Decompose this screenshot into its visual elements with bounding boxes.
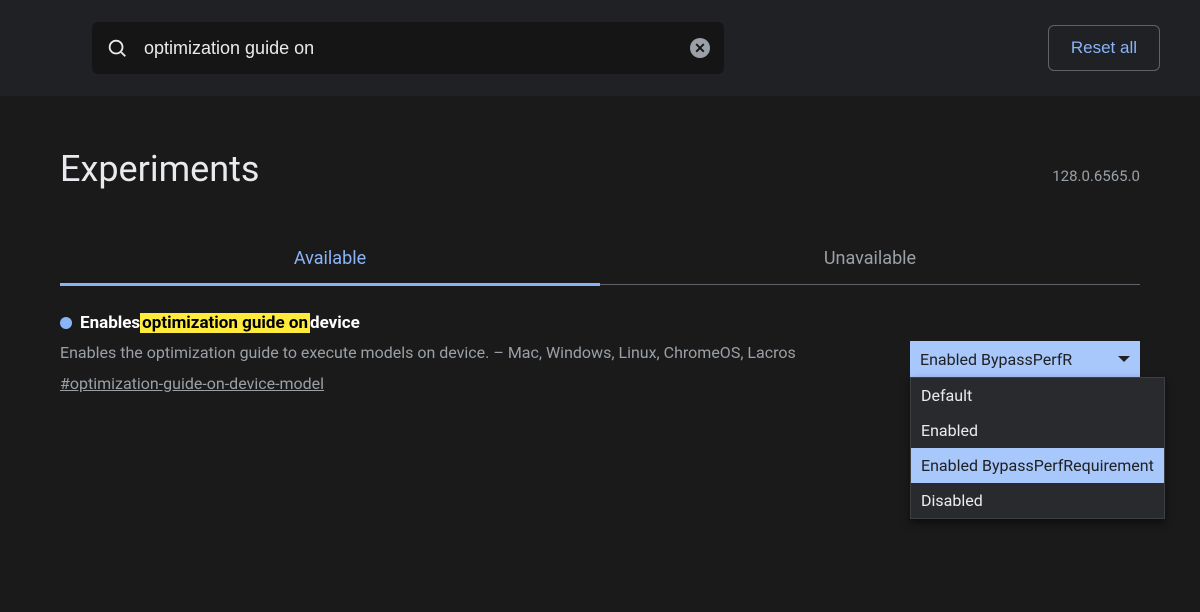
select-value: Enabled BypassPerfR — [920, 350, 1072, 369]
title-row: Experiments 128.0.6565.0 — [60, 148, 1140, 190]
experiment-text: Enables optimization guide on device Ena… — [60, 313, 870, 393]
tab-unavailable[interactable]: Unavailable — [600, 234, 1140, 284]
search-input[interactable] — [142, 37, 690, 60]
title-prefix: Enables — [80, 313, 140, 333]
clear-search-button[interactable]: ✕ — [690, 38, 710, 58]
version-text: 128.0.6565.0 — [1052, 167, 1140, 185]
select-dropdown: Default Enabled Enabled BypassPerfRequir… — [910, 377, 1165, 519]
experiment-title: Enables optimization guide on device — [60, 313, 870, 333]
select-display[interactable]: Enabled BypassPerfR — [910, 341, 1140, 377]
option-default[interactable]: Default — [911, 378, 1164, 413]
reset-all-button[interactable]: Reset all — [1048, 25, 1160, 71]
close-icon: ✕ — [694, 41, 706, 55]
tabs: Available Unavailable — [60, 234, 1140, 285]
chevron-down-icon — [1118, 356, 1130, 362]
experiment-description: Enables the optimization guide to execut… — [60, 341, 800, 366]
option-enabled-bypass[interactable]: Enabled BypassPerfRequirement — [911, 448, 1164, 483]
option-enabled[interactable]: Enabled — [911, 413, 1164, 448]
experiment-hash-link[interactable]: #optimization-guide-on-device-model — [60, 374, 870, 393]
experiment-row: Enables optimization guide on device Ena… — [60, 313, 1140, 393]
modified-dot-icon — [60, 317, 72, 329]
title-highlight: optimization guide on — [140, 313, 310, 333]
page-title: Experiments — [60, 148, 259, 190]
tab-available[interactable]: Available — [60, 234, 600, 286]
option-disabled[interactable]: Disabled — [911, 483, 1164, 518]
top-bar: ✕ Reset all — [0, 0, 1200, 96]
search-box: ✕ — [92, 22, 724, 74]
search-icon — [106, 37, 128, 59]
experiment-select: Enabled BypassPerfR Default Enabled Enab… — [910, 341, 1140, 393]
title-suffix: device — [310, 313, 360, 333]
content: Experiments 128.0.6565.0 Available Unava… — [0, 148, 1200, 393]
